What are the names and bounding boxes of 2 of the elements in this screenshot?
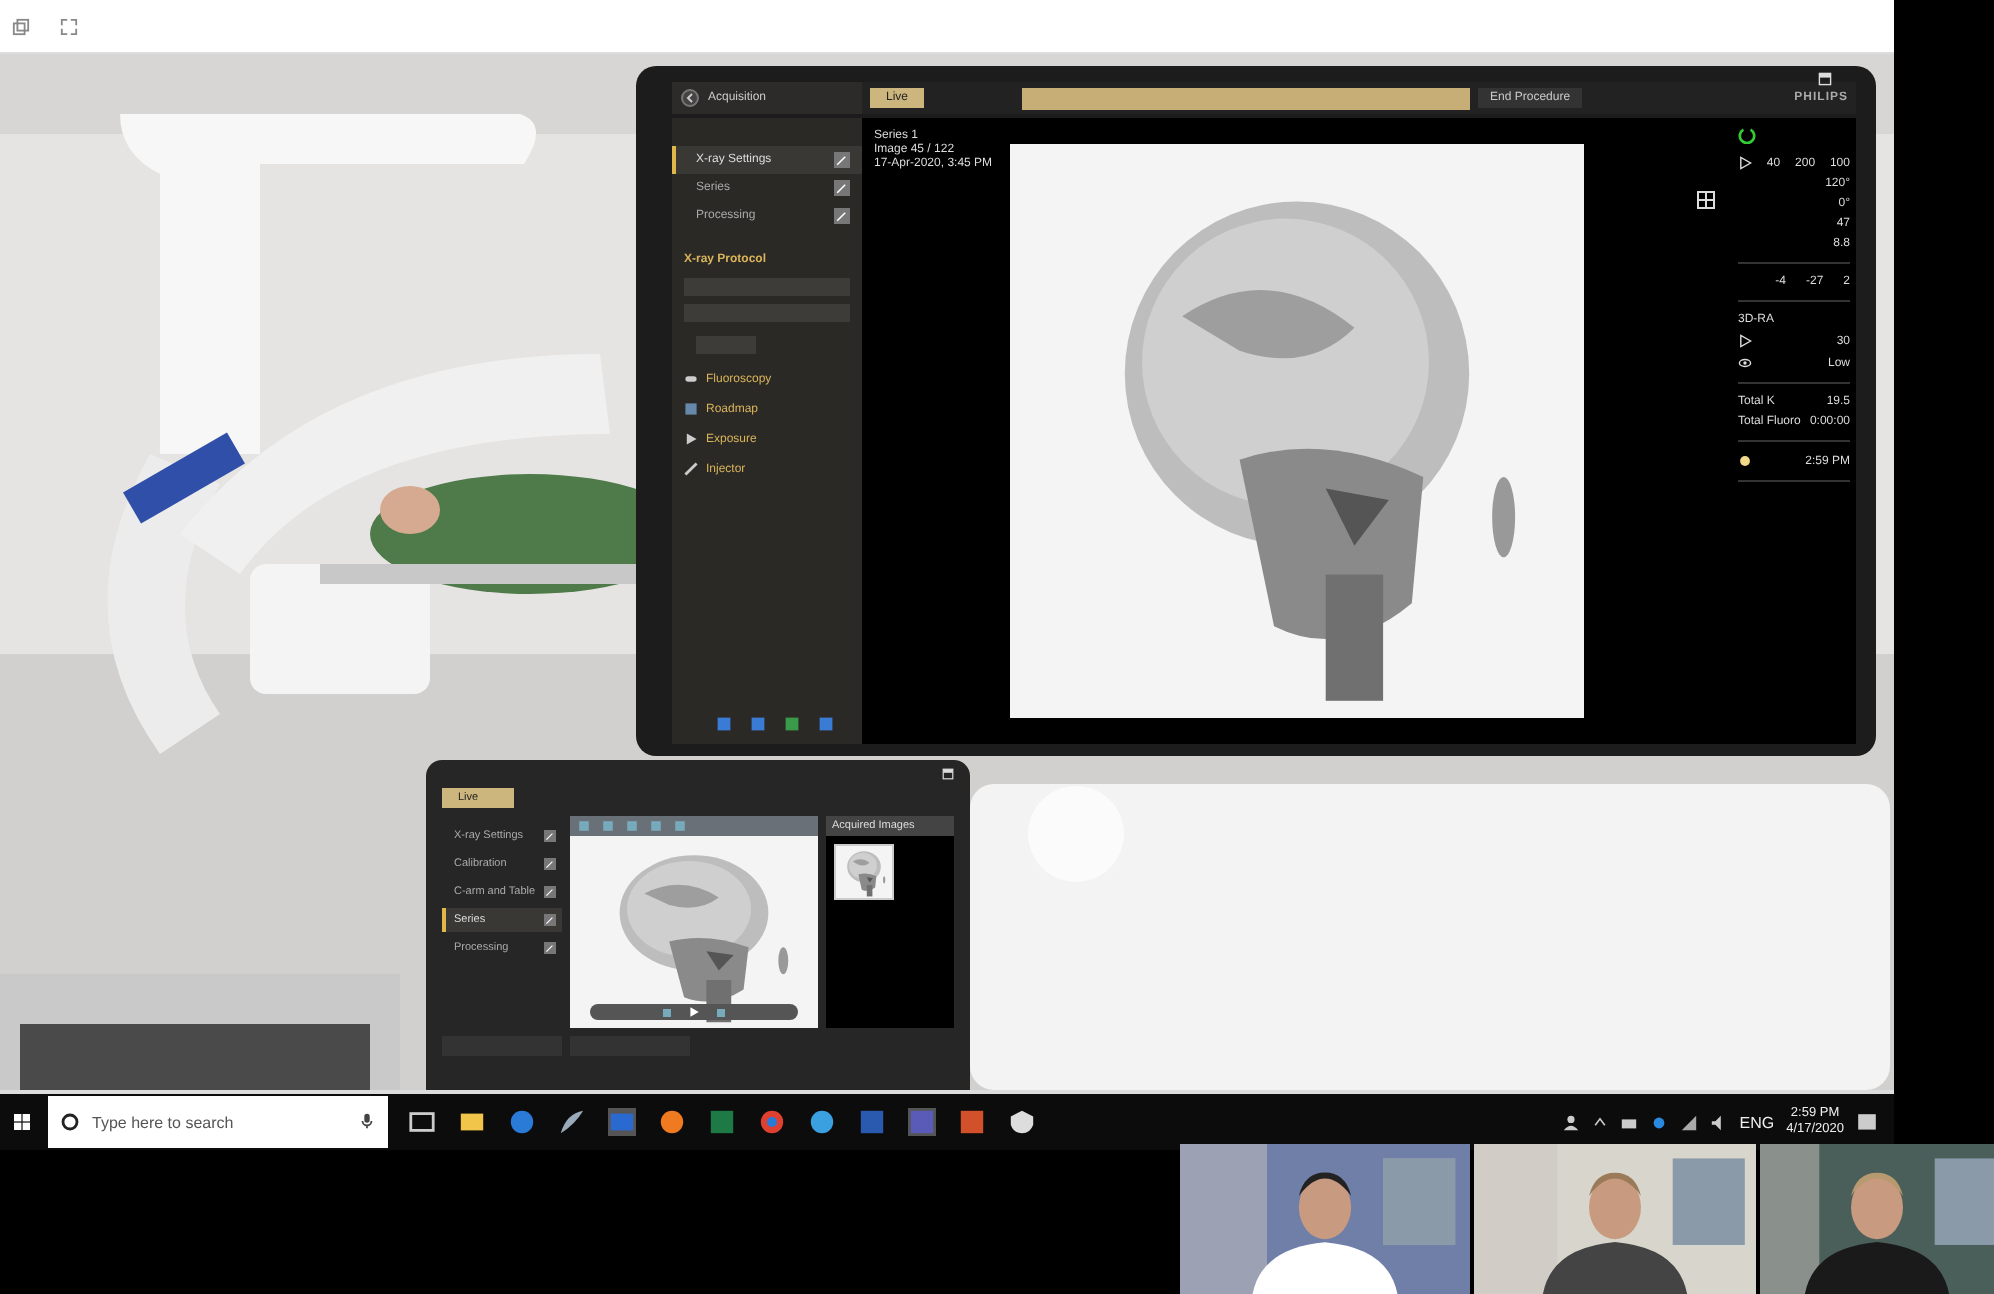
language-indicator[interactable]: ENG (1739, 1113, 1775, 1131)
search-field[interactable]: Type here to search (48, 1096, 388, 1148)
